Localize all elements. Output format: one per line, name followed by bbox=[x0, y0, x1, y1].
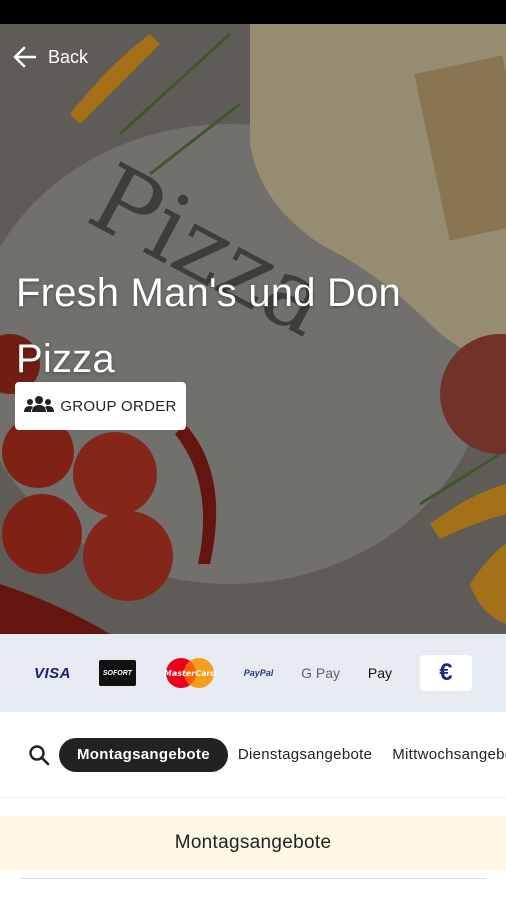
hero-banner: Pizza Back Fresh Man's und Don Pizza GRO… bbox=[0, 24, 506, 634]
visa-logo: VISA bbox=[34, 664, 72, 682]
search-icon[interactable] bbox=[28, 744, 50, 766]
back-button[interactable]: Back bbox=[12, 44, 88, 70]
paypal-logo: PayPal bbox=[243, 668, 274, 678]
group-order-button[interactable]: GROUP ORDER bbox=[15, 382, 186, 430]
category-tab-bar: Montagsangebote Dienstagsangebote Mittwo… bbox=[0, 712, 506, 798]
svg-text:MasterCard: MasterCard bbox=[164, 669, 216, 678]
mastercard-logo: MasterCard bbox=[164, 657, 216, 689]
status-bar bbox=[0, 0, 506, 24]
cash-euro-icon: € bbox=[419, 655, 472, 691]
section-title: Montagsangebote bbox=[174, 832, 332, 853]
section-header: Montagsangebote bbox=[0, 816, 506, 870]
arrow-left-icon bbox=[12, 46, 36, 68]
tab-dienstagsangebote[interactable]: Dienstagsangebote bbox=[238, 746, 372, 763]
sofort-logo: SOFORT bbox=[98, 660, 136, 686]
google-pay-logo: G Pay bbox=[301, 665, 341, 681]
group-order-label: GROUP ORDER bbox=[60, 397, 177, 415]
tab-mittwochsangebote[interactable]: Mittwochsangebote bbox=[392, 746, 506, 763]
back-label: Back bbox=[48, 46, 89, 67]
payment-methods-bar: VISA SOFORT MasterCard PayPal G Pay Pay … bbox=[0, 634, 506, 712]
group-icon bbox=[24, 395, 55, 418]
tab-montagsangebote[interactable]: Montagsangebote bbox=[59, 737, 228, 772]
restaurant-title: Fresh Man's und Don Pizza bbox=[16, 271, 401, 381]
apple-pay-logo: Pay bbox=[367, 665, 393, 681]
divider bbox=[20, 878, 486, 879]
